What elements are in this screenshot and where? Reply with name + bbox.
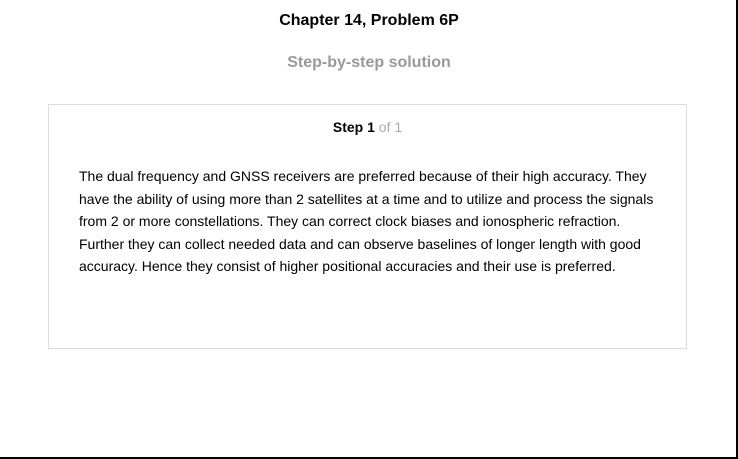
step-label: Step (332, 119, 364, 135)
chapter-title: Chapter 14, Problem 6P (279, 12, 459, 29)
step-header: Step 1 of 1 (49, 119, 686, 135)
page-frame: Chapter 14, Problem 6P Step-by-step solu… (0, 0, 738, 459)
solution-subtitle: Step-by-step solution (287, 54, 451, 71)
step-of-total: of 1 (378, 119, 403, 135)
step-body-text: The dual frequency and GNSS receivers ar… (79, 168, 654, 275)
step-card: Step 1 of 1 The dual frequency and GNSS … (48, 104, 687, 349)
step-number: 1 (367, 119, 375, 135)
